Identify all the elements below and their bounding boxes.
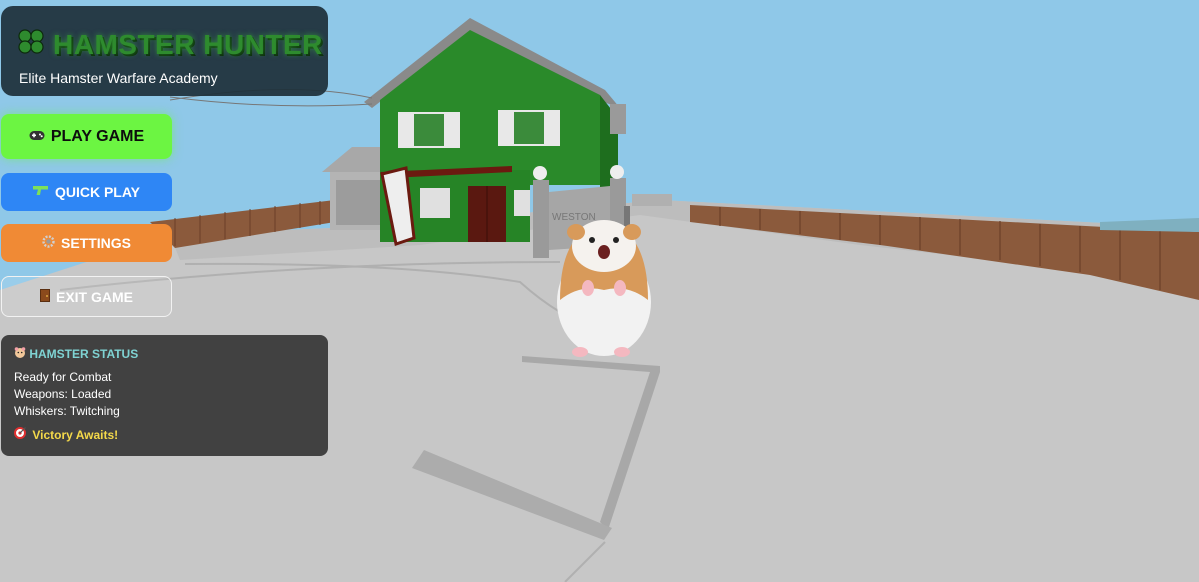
- gamepad-icon: [29, 130, 45, 144]
- victory-text: Victory Awaits!: [32, 428, 119, 442]
- quick-play-button[interactable]: QUICK PLAY: [1, 173, 172, 211]
- game-title-text: HAMSTER HUNTER: [53, 28, 323, 60]
- status-heading: HAMSTER STATUS: [14, 347, 315, 361]
- play-game-button[interactable]: PLAY GAME: [1, 114, 172, 159]
- door-icon: [39, 288, 50, 305]
- gate-sign: WESTON: [552, 212, 596, 223]
- hamster-icon: [14, 347, 29, 361]
- title-panel: HAMSTER HUNTER Elite Hamster Warfare Aca…: [1, 6, 328, 96]
- target-icon: [14, 427, 29, 442]
- gear-icon: [42, 235, 55, 251]
- victory-message: Victory Awaits!: [14, 427, 315, 442]
- settings-label: SETTINGS: [60, 235, 131, 251]
- game-title: HAMSTER HUNTER: [17, 28, 323, 61]
- gate-lamp-left: [533, 166, 547, 180]
- paw-icon: [17, 28, 45, 61]
- game-subtitle: Elite Hamster Warfare Academy: [19, 70, 218, 86]
- gun-icon: [32, 185, 49, 199]
- status-line-weapons: Weapons: Loaded: [14, 387, 112, 401]
- exit-game-label: EXIT GAME: [55, 288, 133, 305]
- hamster-status-panel: HAMSTER STATUS Ready for Combat Weapons:…: [1, 335, 328, 456]
- exit-game-button[interactable]: EXIT GAME: [1, 276, 172, 317]
- garage-door: [336, 180, 382, 225]
- status-line-whiskers: Whiskers: Twitching: [14, 404, 120, 418]
- gate-pillar-left: [533, 180, 549, 258]
- gate-lamp-right: [610, 165, 624, 179]
- quick-play-label: QUICK PLAY: [54, 184, 141, 200]
- settings-button[interactable]: SETTINGS: [1, 224, 172, 262]
- chimney: [610, 104, 626, 134]
- back-gate: [632, 194, 672, 206]
- status-line-combat: Ready for Combat: [14, 370, 112, 384]
- play-game-label: PLAY GAME: [50, 127, 145, 145]
- status-heading-text: HAMSTER STATUS: [29, 347, 139, 361]
